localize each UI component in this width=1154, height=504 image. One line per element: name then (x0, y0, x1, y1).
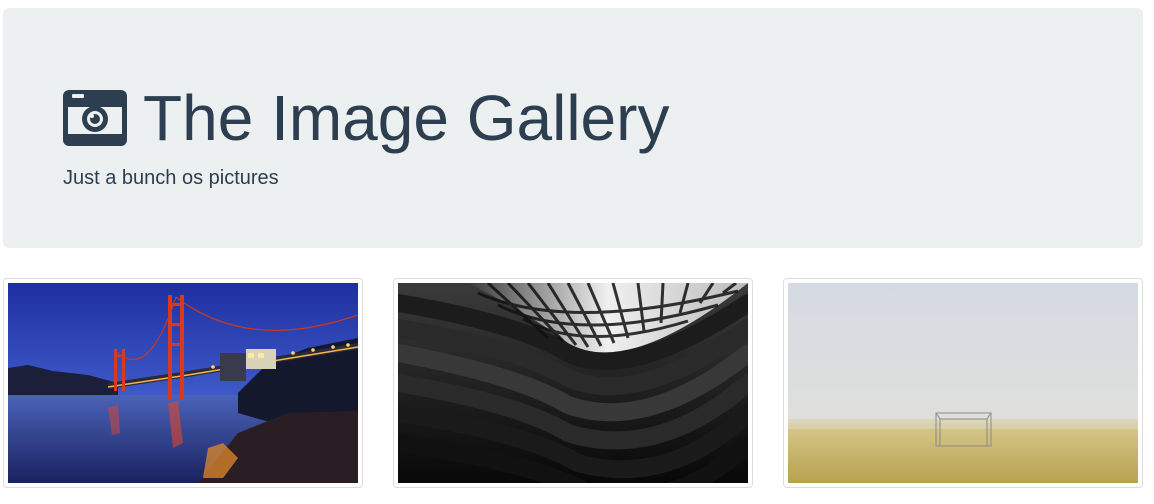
header-jumbotron: The Image Gallery Just a bunch os pictur… (3, 8, 1143, 248)
gallery-thumbnail-2[interactable] (393, 278, 753, 488)
page-subtitle: Just a bunch os pictures (63, 167, 279, 189)
camera-icon (63, 90, 127, 146)
abstract-architecture-image (398, 283, 748, 483)
golden-gate-bridge-image (8, 283, 358, 483)
title-row: The Image Gallery (63, 80, 669, 156)
gallery-thumbnail-3[interactable] (783, 278, 1143, 488)
page-title: The Image Gallery (143, 82, 670, 154)
gallery-thumbnail-1[interactable] (3, 278, 363, 488)
foggy-field-image (788, 283, 1138, 483)
